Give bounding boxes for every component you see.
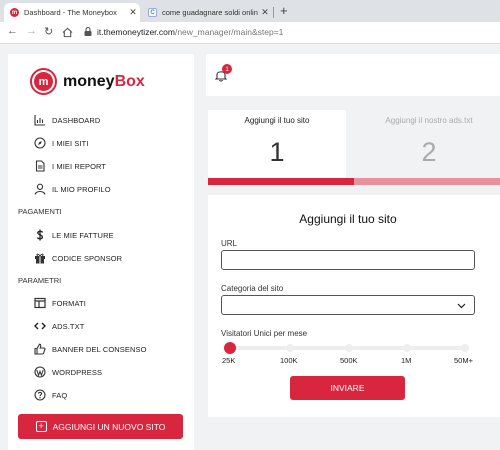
- sidebar-item-formats[interactable]: FORMATI: [34, 297, 86, 309]
- section-label-payments: PAGAMENTI: [18, 207, 62, 216]
- sidebar-item-dashboard[interactable]: DASHBOARD: [34, 114, 100, 126]
- step-progress-inactive: [354, 178, 500, 185]
- category-label: Categoria del sito: [221, 284, 284, 293]
- tab-divider: [273, 7, 274, 18]
- slider-tick-label: 25K: [222, 356, 236, 365]
- slider-stop[interactable]: [286, 344, 294, 352]
- sidebar: m moneyBox DASHBOARD I MIEI SITI I MIEI …: [8, 54, 194, 450]
- add-new-site-button[interactable]: + AGGIUNGI UN NUOVO SITO: [18, 414, 183, 439]
- sidebar-item-label: IL MIO PROFILO: [52, 184, 111, 194]
- sidebar-item-label: WORDPRESS: [52, 367, 103, 377]
- sidebar-item-ads-txt[interactable]: ADS.TXT: [34, 320, 84, 332]
- step-1-tab[interactable]: Aggiungi il tuo sito 1: [208, 110, 346, 185]
- browser-tab-bar: m Dashboard - The Moneybox ✕ C come guad…: [0, 0, 500, 22]
- tab-title: Dashboard - The Moneybox: [24, 8, 117, 17]
- back-icon[interactable]: ←: [7, 25, 18, 37]
- compass-icon: [34, 137, 46, 149]
- step-progress-active: [208, 178, 354, 185]
- url-input[interactable]: [221, 250, 475, 270]
- category-select[interactable]: [221, 295, 475, 315]
- tab-title: come guadagnare soldi online: [162, 8, 258, 17]
- reload-icon[interactable]: ↻: [44, 25, 53, 38]
- slider-tick-label: 100K: [280, 356, 298, 365]
- step-label: Aggiungi il tuo sito: [244, 116, 310, 125]
- moneybox-logo[interactable]: m moneyBox: [30, 68, 145, 95]
- logo-mark-icon: m: [30, 68, 57, 95]
- user-icon: [34, 183, 46, 195]
- add-site-form: Aggiungi il tuo sito URL Categoria del s…: [208, 195, 500, 417]
- sidebar-item-my-sites[interactable]: I MIEI SITI: [34, 137, 89, 149]
- lock-icon[interactable]: [84, 27, 92, 36]
- sidebar-item-reports[interactable]: I MIEI REPORT: [34, 160, 106, 172]
- notification-badge: 1: [222, 64, 232, 74]
- slider-tick-label: 1M: [401, 356, 412, 365]
- close-tab-icon[interactable]: ✕: [126, 7, 140, 18]
- sidebar-item-invoices[interactable]: LE MIE FATTURE: [34, 229, 114, 241]
- visitors-label: Visitatori Unici per mese: [221, 329, 308, 338]
- moneybox-favicon-icon: m: [10, 8, 19, 17]
- step-number: 1: [269, 137, 285, 167]
- sidebar-item-label: BANNER DEL CONSENSO: [52, 344, 147, 354]
- close-tab-icon[interactable]: ✕: [258, 7, 272, 18]
- sidebar-item-sponsor-code[interactable]: CODICE SPONSOR: [34, 252, 122, 264]
- forward-icon[interactable]: →: [26, 25, 37, 37]
- browser-tab-search[interactable]: C come guadagnare soldi online ✕: [142, 3, 272, 22]
- sidebar-item-label: I MIEI SITI: [52, 138, 89, 148]
- slider-stop[interactable]: [461, 344, 469, 352]
- sidebar-item-label: FORMATI: [52, 298, 86, 308]
- url-host: it.themoneytizer.com: [97, 27, 175, 37]
- address-bar: ← → ↻ it.themoneytizer.com/new_manager/m…: [0, 22, 500, 44]
- sidebar-item-label: CODICE SPONSOR: [52, 253, 123, 263]
- sidebar-item-label: FAQ: [52, 390, 68, 400]
- sidebar-item-wordpress[interactable]: WORDPRESS: [34, 366, 102, 378]
- new-tab-icon[interactable]: +: [280, 3, 288, 18]
- step-number: 2: [421, 137, 437, 167]
- add-new-site-label: AGGIUNGI UN NUOVO SITO: [52, 421, 166, 432]
- sidebar-item-label: LE MIE FATTURE: [52, 230, 114, 240]
- wordpress-icon: [34, 366, 46, 378]
- step-2-tab[interactable]: Aggiungi il nostro ads.txt 2: [358, 110, 500, 185]
- top-bar: 1: [206, 54, 500, 96]
- logo-text: moneyBox: [63, 72, 145, 90]
- chart-icon: [34, 115, 45, 126]
- slider-stop[interactable]: [345, 344, 353, 352]
- url-label: URL: [221, 239, 238, 248]
- slider-tick-label: 500K: [340, 356, 358, 365]
- slider-stop[interactable]: [403, 344, 411, 352]
- sidebar-item-label: DASHBOARD: [52, 115, 101, 125]
- sidebar-item-consent-banner[interactable]: BANNER DEL CONSENSO: [34, 343, 147, 355]
- step-label: Aggiungi il nostro ads.txt: [385, 116, 473, 125]
- help-icon: [34, 389, 46, 401]
- thumbs-up-icon: [34, 343, 46, 355]
- browser-tab-dashboard[interactable]: m Dashboard - The Moneybox ✕: [4, 3, 140, 22]
- sidebar-item-label: I MIEI REPORT: [52, 161, 107, 171]
- form-title: Aggiungi il tuo sito: [299, 212, 397, 226]
- sidebar-item-label: ADS.TXT: [52, 321, 85, 331]
- sidebar-item-faq[interactable]: FAQ: [34, 389, 67, 401]
- layout-icon: [34, 297, 46, 309]
- code-icon: [34, 322, 46, 330]
- document-icon: [35, 160, 45, 172]
- chevron-down-icon: [457, 303, 466, 309]
- home-icon[interactable]: [62, 27, 73, 38]
- sidebar-item-profile[interactable]: IL MIO PROFILO: [34, 183, 111, 195]
- submit-button[interactable]: INVIARE: [290, 376, 405, 400]
- url-path: /new_manager/main&step=1: [174, 27, 284, 37]
- gift-icon: [35, 253, 45, 264]
- dollar-icon: [36, 229, 44, 241]
- search-favicon-icon: C: [148, 8, 157, 17]
- section-label-parameters: PARAMETRI: [18, 276, 62, 285]
- url-field[interactable]: it.themoneytizer.com/new_manager/main&st…: [97, 27, 283, 37]
- slider-tick-label: 50M+: [454, 356, 473, 365]
- visitors-slider-thumb[interactable]: [224, 342, 236, 354]
- plus-icon: +: [35, 421, 47, 432]
